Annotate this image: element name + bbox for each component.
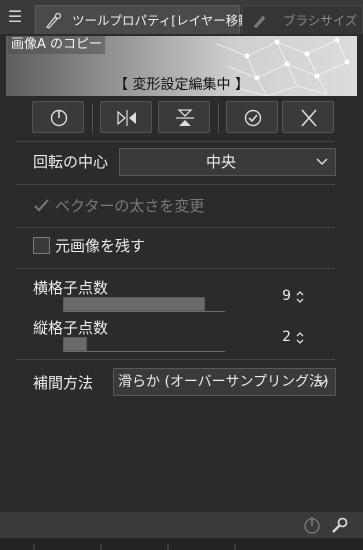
horizontal-grid-label: 横格子点数 — [33, 279, 109, 297]
wrench-icon[interactable] — [329, 516, 349, 534]
slider-fill — [64, 338, 86, 350]
vector-thickness-label: ベクターの太さを変更 — [55, 197, 205, 215]
separator — [33, 544, 35, 550]
cancel-button[interactable] — [282, 101, 334, 133]
checkmark-icon — [34, 199, 49, 212]
interpolation-label: 補間方法 — [33, 374, 94, 392]
divider — [16, 268, 335, 269]
chevron-down-icon — [316, 378, 328, 386]
tab-bar: ☰ ツールプロパティ[レイヤー移動] ブラシサイズ — [0, 0, 363, 34]
slider-rail — [63, 351, 225, 352]
vertical-grid-slider[interactable] — [63, 337, 87, 351]
transform-mode-text: 【 変形設定編集中 】 — [114, 77, 249, 93]
tab-tool-property[interactable]: ツールプロパティ[レイヤー移動] — [35, 5, 256, 34]
check-circle-icon — [244, 109, 262, 127]
slider-fill — [64, 298, 204, 310]
flip-vertical-icon — [176, 109, 194, 126]
reset-dial-icon[interactable] — [302, 516, 322, 534]
panel-menu-icon[interactable]: ☰ — [6, 8, 24, 26]
vertical-grid-label: 縦格子点数 — [33, 319, 109, 337]
separator — [218, 103, 219, 133]
separator — [167, 544, 169, 550]
separator — [100, 544, 102, 550]
rotate-dial-icon — [50, 109, 68, 127]
horizontal-grid-value[interactable]: 9 — [271, 288, 291, 304]
keep-original-label: 元画像を残す — [55, 237, 146, 255]
tab-label: ブラシサイズ — [283, 13, 358, 28]
layer-preview: 画像A のコピー 【 変形設定編集中 】 — [6, 36, 357, 96]
layer-name: 画像A のコピー — [8, 36, 106, 54]
interpolation-select[interactable]: 滑らか (オーバーサンプリング法) — [113, 368, 336, 396]
vector-thickness-checkbox[interactable] — [33, 197, 50, 214]
rotation-center-value: 中央 — [206, 153, 237, 171]
spinner-icon[interactable] — [295, 331, 305, 345]
flip-horizontal-icon — [117, 110, 136, 126]
rotation-center-select[interactable]: 中央 — [119, 148, 336, 176]
transform-action-bar — [32, 101, 336, 135]
divider — [16, 227, 335, 228]
divider — [16, 359, 335, 360]
divider — [16, 184, 335, 185]
panel-footer — [0, 538, 363, 550]
separator — [92, 103, 93, 133]
tab-label: ツールプロパティ[レイヤー移動] — [72, 13, 256, 28]
confirm-button[interactable] — [226, 101, 278, 133]
divider — [16, 141, 335, 142]
rotate-button[interactable] — [32, 101, 84, 133]
tab-brush-size[interactable]: ブラシサイズ — [242, 5, 363, 34]
spinner-icon[interactable] — [295, 290, 305, 304]
horizontal-grid-slider[interactable] — [63, 297, 205, 311]
rotation-center-label: 回転の中心 — [33, 153, 109, 171]
flip-vertical-button[interactable] — [158, 101, 210, 133]
interpolation-value: 滑らか (オーバーサンプリング法) — [118, 374, 329, 390]
vertical-grid-value[interactable]: 2 — [271, 329, 291, 345]
flip-horizontal-button[interactable] — [100, 101, 152, 133]
close-icon — [301, 109, 317, 127]
brush-size-icon — [253, 15, 266, 28]
keep-original-checkbox[interactable] — [33, 237, 50, 254]
brush-settings-icon — [45, 12, 62, 29]
separator — [234, 544, 236, 550]
chevron-down-icon — [316, 158, 328, 166]
slider-rail — [63, 311, 225, 312]
panel-bottom-bar — [0, 512, 363, 538]
